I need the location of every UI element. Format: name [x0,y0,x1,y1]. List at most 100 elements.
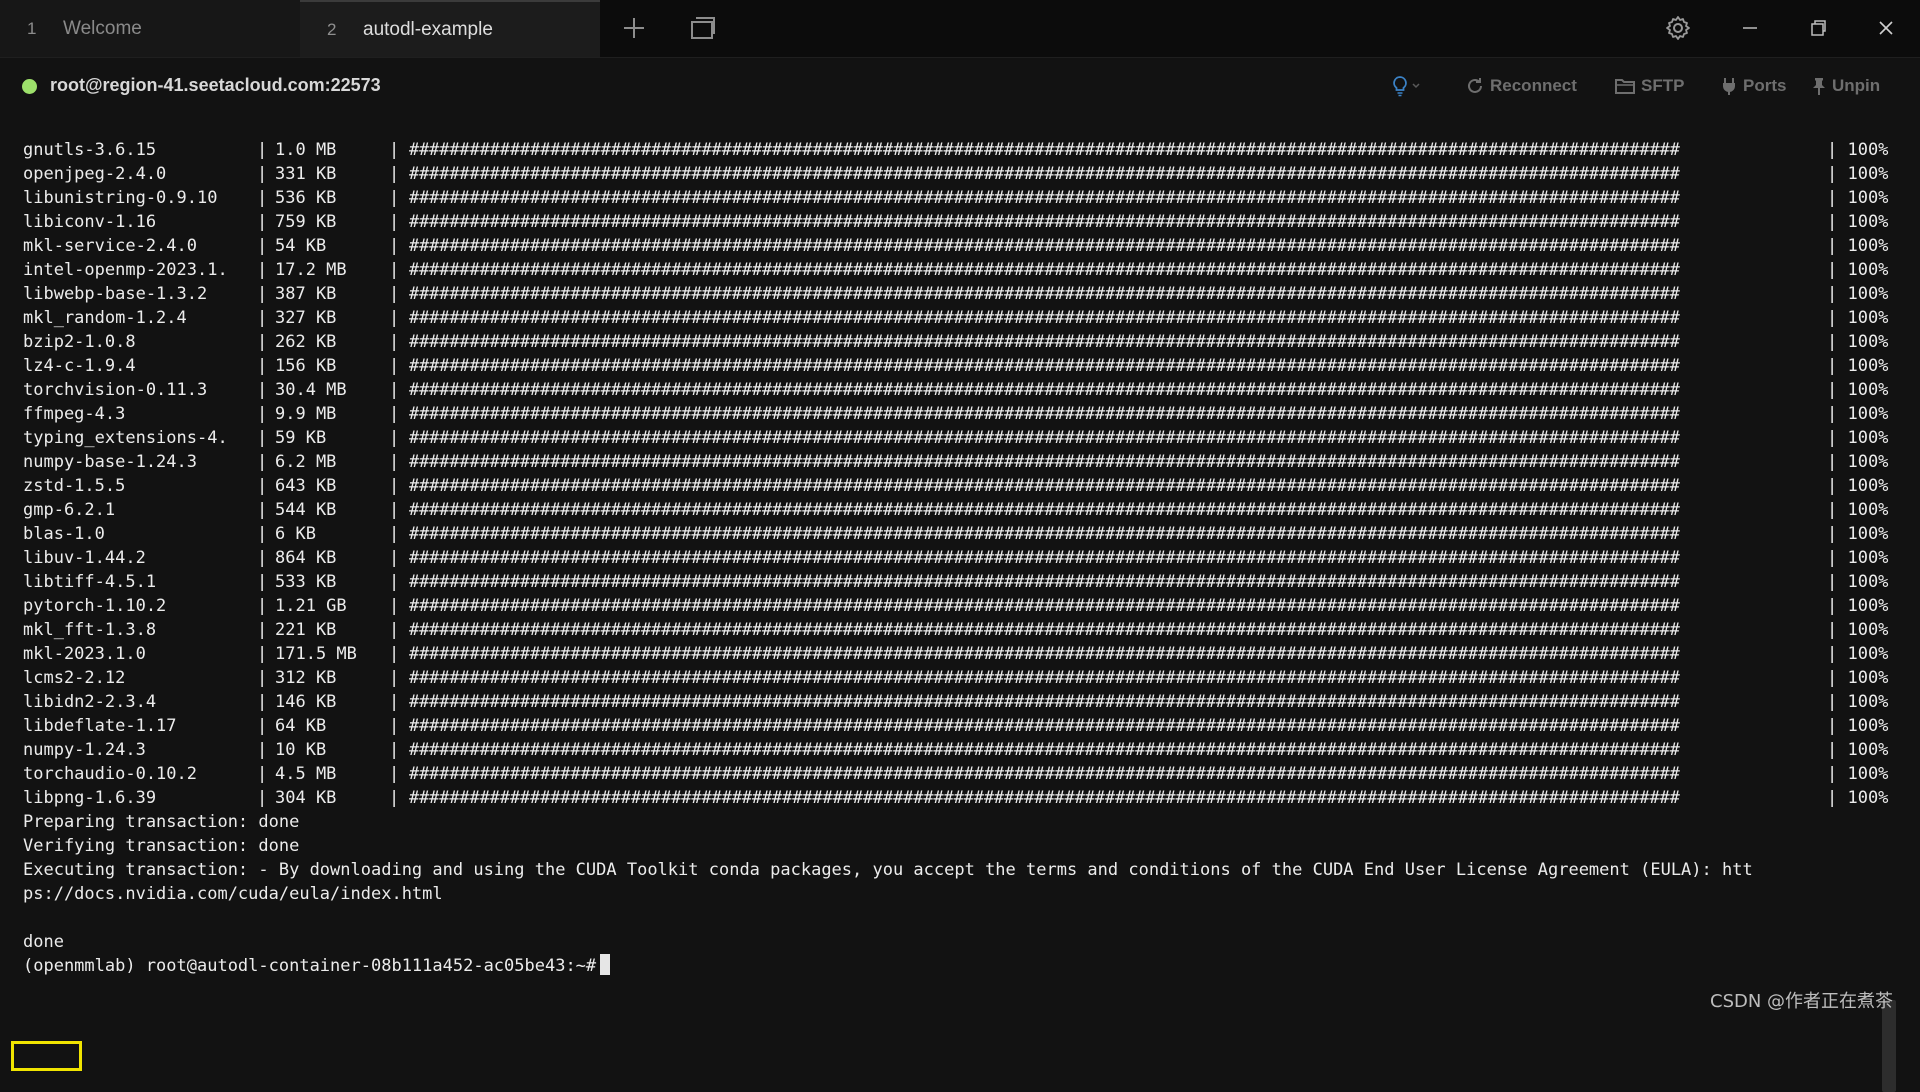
package-name: libwebp-base-1.3.2 [23,284,208,304]
package-name: blas-1.0 [23,524,105,544]
progress-bar: ########################################… [409,644,1680,664]
package-name: bzip2-1.0.8 [23,332,136,352]
package-name: libidn2-2.3.4 [23,692,157,712]
progress-bar: ########################################… [409,452,1680,472]
package-progress-row: numpy-base-1.24.3 | 6.2 MB | ###############… [23,450,1888,474]
progress-bar: ########################################… [409,380,1680,400]
column-separator: | [257,572,268,592]
close-icon[interactable] [1872,14,1900,42]
package-percent: | 100% [1827,140,1889,160]
package-size: 54 KB [275,236,327,256]
reconnect-button[interactable]: Reconnect [1466,75,1577,97]
package-size: 864 KB [275,548,337,568]
package-progress-row: lz4-c-1.9.4 | 156 KB | #####################… [23,354,1888,378]
shell-prompt[interactable]: (openmmlab) root@autodl-container-08b111… [23,954,1753,978]
package-size: 331 KB [275,164,337,184]
column-separator: | [389,476,400,496]
package-name: intel-openmp-2023.1. [23,260,228,280]
terminal-line: done [23,932,64,952]
package-percent: | 100% [1827,356,1889,376]
progress-bar: ########################################… [409,764,1680,784]
column-separator: | [257,740,268,760]
column-separator: | [389,668,400,688]
package-name: numpy-base-1.24.3 [23,452,197,472]
column-separator: | [257,356,268,376]
package-progress-row: intel-openmp-2023.1. | 17.2 MB | ###########… [23,258,1888,282]
gear-icon[interactable] [1664,14,1692,42]
package-progress-row: torchaudio-0.10.2 | 4.5 MB | ###############… [23,762,1888,786]
ports-button[interactable]: Ports [1721,75,1786,97]
package-size: 64 KB [275,716,327,736]
package-percent: | 100% [1827,500,1889,520]
column-separator: | [389,524,400,544]
restore-icon[interactable] [1804,14,1832,42]
terminal-output[interactable]: gnutls-3.6.15 | 1.0 MB | ###################… [0,114,1920,1092]
package-progress-row: typing_extensions-4. | 59 KB | #############… [23,426,1888,450]
done-highlight-box [11,1041,82,1071]
connection-status-dot [22,79,37,94]
package-percent: | 100% [1827,620,1889,640]
column-separator: | [257,332,268,352]
package-size: 221 KB [275,620,337,640]
package-size: 9.9 MB [275,404,337,424]
watermark: CSDN @作者正在煮茶 [1710,991,1894,1012]
column-separator: | [257,476,268,496]
column-separator: | [389,740,400,760]
package-name: mkl_fft-1.3.8 [23,620,157,640]
package-progress-row: libunistring-0.9.10 | 536 KB | #############… [23,186,1888,210]
progress-bar: ########################################… [409,668,1680,688]
package-progress-row: torchvision-0.11.3 | 30.4 MB | #############… [23,378,1888,402]
package-percent: | 100% [1827,260,1889,280]
column-separator: | [257,524,268,544]
package-name: libdeflate-1.17 [23,716,177,736]
column-separator: | [389,212,400,232]
column-separator: | [389,236,400,256]
package-size: 327 KB [275,308,337,328]
package-name: zstd-1.5.5 [23,476,126,496]
progress-bar: ########################################… [409,164,1680,184]
progress-bar: ########################################… [409,188,1680,208]
minimize-icon[interactable] [1736,14,1764,42]
package-name: lz4-c-1.9.4 [23,356,136,376]
progress-bar: ########################################… [409,284,1680,304]
package-progress-row: zstd-1.5.5 | 643 KB | ######################… [23,474,1888,498]
tab-number: 1 [27,18,37,38]
terminal-line: ps://docs.nvidia.com/cuda/eula/index.htm… [23,884,443,904]
package-name: mkl_random-1.2.4 [23,308,187,328]
package-name: gmp-6.2.1 [23,500,116,520]
lightbulb-dropdown[interactable] [1392,75,1428,97]
package-percent: | 100% [1827,548,1889,568]
package-size: 10 KB [275,740,327,760]
terminal-scrollbar[interactable] [1882,1000,1896,1092]
column-separator: | [257,668,268,688]
progress-bar: ########################################… [409,548,1680,568]
package-percent: | 100% [1827,164,1889,184]
tab-autodl-example[interactable]: 2 autodl-example [300,0,600,57]
column-separator: | [389,596,400,616]
progress-bar: ########################################… [409,212,1680,232]
column-separator: | [257,236,268,256]
package-name: libtiff-4.5.1 [23,572,157,592]
sftp-button[interactable]: SFTP [1615,75,1684,97]
column-separator: | [389,404,400,424]
package-progress-row: gnutls-3.6.15 | 1.0 MB | ###################… [23,138,1888,162]
package-name: ffmpeg-4.3 [23,404,126,424]
terminal-cursor [600,954,611,975]
package-percent: | 100% [1827,236,1889,256]
package-name: typing_extensions-4. [23,428,228,448]
windows-icon[interactable] [688,14,716,42]
package-percent: | 100% [1827,332,1889,352]
package-progress-row: libiconv-1.16 | 759 KB | ###################… [23,210,1888,234]
column-separator: | [257,404,268,424]
progress-bar: ########################################… [409,356,1680,376]
column-separator: | [389,764,400,784]
progress-bar: ########################################… [409,596,1680,616]
column-separator: | [389,716,400,736]
package-name: numpy-1.24.3 [23,740,146,760]
package-size: 6 KB [275,524,316,544]
unpin-button[interactable]: Unpin [1812,75,1880,97]
tab-welcome[interactable]: 1 Welcome [0,0,300,57]
refresh-icon [1468,78,1482,93]
column-separator: | [257,164,268,184]
plus-icon[interactable] [620,14,648,42]
